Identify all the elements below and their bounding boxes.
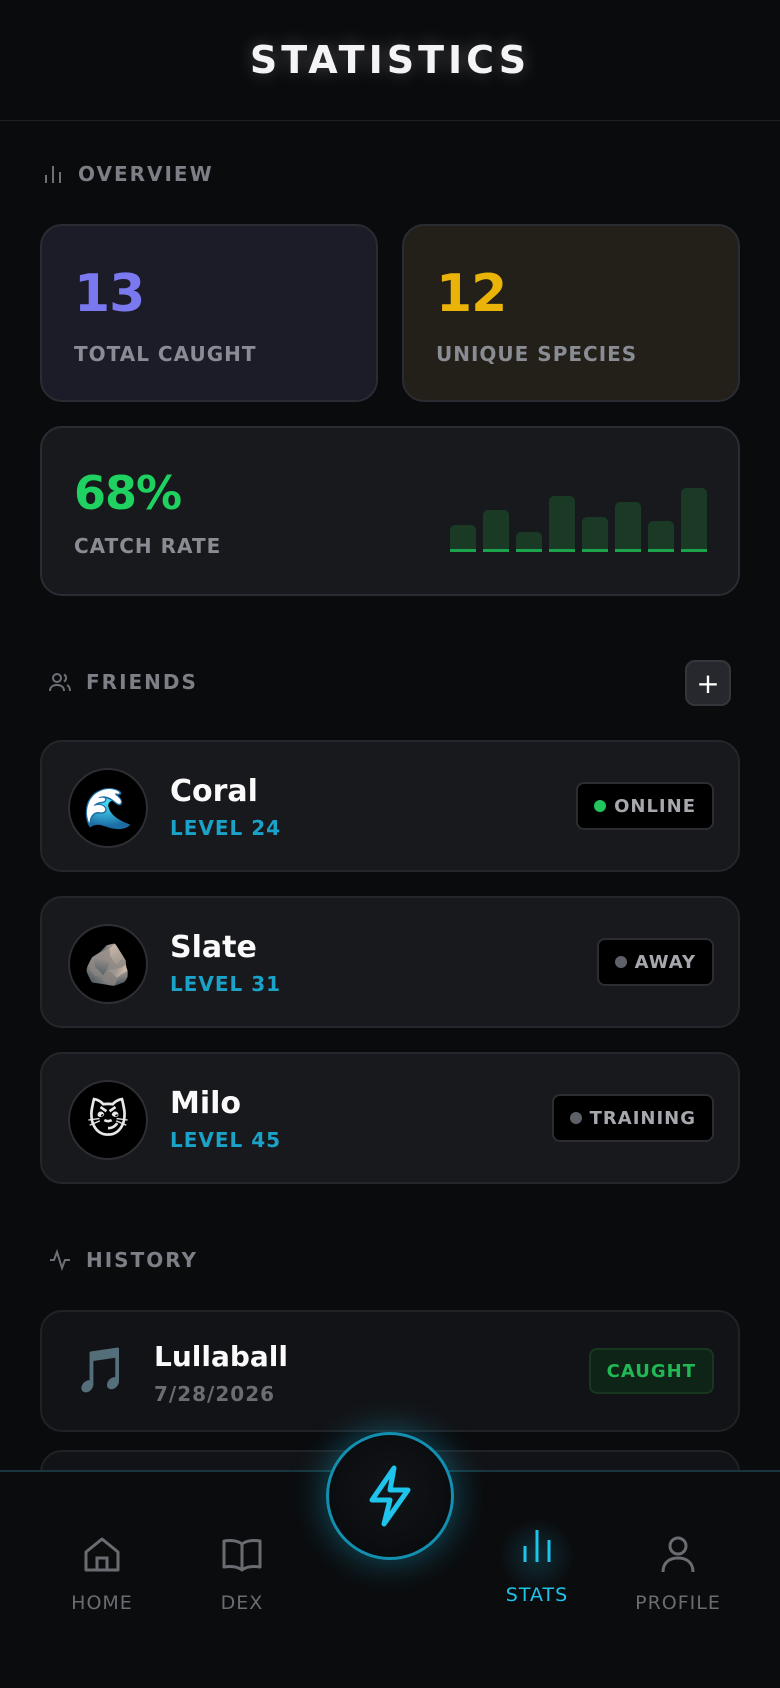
history-item-name: Lullaball: [154, 1340, 288, 1373]
catch-fab-button[interactable]: [326, 1432, 454, 1560]
friends-section-label: FRIENDS: [48, 670, 198, 694]
nav-dex-label: DEX: [220, 1592, 264, 1614]
app-header: STATISTICS: [0, 0, 780, 121]
music-note-icon: 🎵: [74, 1345, 129, 1396]
catch-rate-label: CATCH RATE: [74, 534, 222, 558]
overview-label: OVERVIEW: [78, 162, 214, 186]
page-title: STATISTICS: [249, 38, 531, 82]
nav-stats[interactable]: STATS: [467, 1518, 607, 1606]
lightning-icon: [369, 1465, 411, 1527]
status-badge: ONLINE: [576, 782, 714, 830]
friend-card[interactable]: 🌊 Coral LEVEL 24 ONLINE: [40, 740, 740, 872]
catch-rate-bar: [681, 488, 707, 552]
caught-badge: CAUGHT: [588, 1348, 714, 1394]
bar-chart-icon: [523, 1530, 551, 1562]
friend-name: Coral: [170, 774, 258, 809]
bar-chart-icon: [45, 166, 61, 183]
nav-home-label: HOME: [71, 1592, 133, 1614]
catch-rate-bar: [483, 510, 509, 552]
catch-rate-bar: [450, 525, 476, 552]
history-item-date: 7/28/2026: [154, 1382, 276, 1406]
nav-home[interactable]: HOME: [32, 1532, 172, 1614]
history-section-label: HISTORY: [48, 1248, 198, 1272]
catch-rate-bar: [516, 532, 542, 552]
unique-species-label: UNIQUE SPECIES: [436, 342, 638, 366]
avatar: 🌊: [68, 768, 148, 848]
friend-level: LEVEL 24: [170, 816, 282, 840]
friend-card[interactable]: 😼 Milo LEVEL 45 TRAINING: [40, 1052, 740, 1184]
activity-icon: [50, 1248, 70, 1272]
avatar: 🪨: [68, 924, 148, 1004]
status-label: AWAY: [634, 951, 696, 973]
total-caught-card: 13 TOTAL CAUGHT: [40, 224, 378, 402]
status-badge: TRAINING: [551, 1094, 714, 1142]
nav-stats-label: STATS: [505, 1584, 569, 1606]
status-dot: [569, 1112, 582, 1124]
add-friend-button[interactable]: +: [685, 660, 731, 706]
friend-name: Slate: [170, 930, 257, 965]
book-icon: [222, 1538, 262, 1572]
user-icon: [661, 1536, 695, 1573]
nav-profile[interactable]: PROFILE: [608, 1532, 748, 1614]
catch-rate-value: 68%: [74, 466, 182, 520]
catch-rate-bar: [549, 496, 575, 552]
friend-level: LEVEL 45: [170, 1128, 282, 1152]
unique-species-card: 12 UNIQUE SPECIES: [402, 224, 740, 402]
friends-label: FRIENDS: [86, 670, 198, 694]
catch-rate-bar: [582, 517, 608, 552]
avatar: 😼: [68, 1080, 148, 1160]
nav-dex[interactable]: DEX: [172, 1532, 312, 1614]
catch-rate-bar: [648, 521, 674, 552]
history-label: HISTORY: [86, 1248, 199, 1272]
status-dot: [594, 800, 607, 812]
total-caught-label: TOTAL CAUGHT: [74, 342, 257, 366]
status-label: ONLINE: [614, 795, 696, 817]
home-icon: [84, 1537, 120, 1572]
catch-rate-sparkline: [450, 488, 708, 552]
overview-section-label: OVERVIEW: [42, 162, 214, 186]
unique-species-value: 12: [436, 264, 507, 324]
total-caught-value: 13: [74, 264, 145, 324]
catch-rate-bar: [615, 502, 641, 552]
users-icon: [49, 673, 71, 692]
friend-level: LEVEL 31: [170, 972, 282, 996]
nav-profile-label: PROFILE: [635, 1592, 721, 1614]
friend-card[interactable]: 🪨 Slate LEVEL 31 AWAY: [40, 896, 740, 1028]
status-dot: [614, 956, 627, 968]
history-item[interactable]: 🎵 Lullaball 7/28/2026 CAUGHT: [40, 1310, 740, 1432]
status-label: TRAINING: [589, 1107, 696, 1129]
friend-name: Milo: [170, 1086, 242, 1121]
status-badge: AWAY: [596, 938, 714, 986]
